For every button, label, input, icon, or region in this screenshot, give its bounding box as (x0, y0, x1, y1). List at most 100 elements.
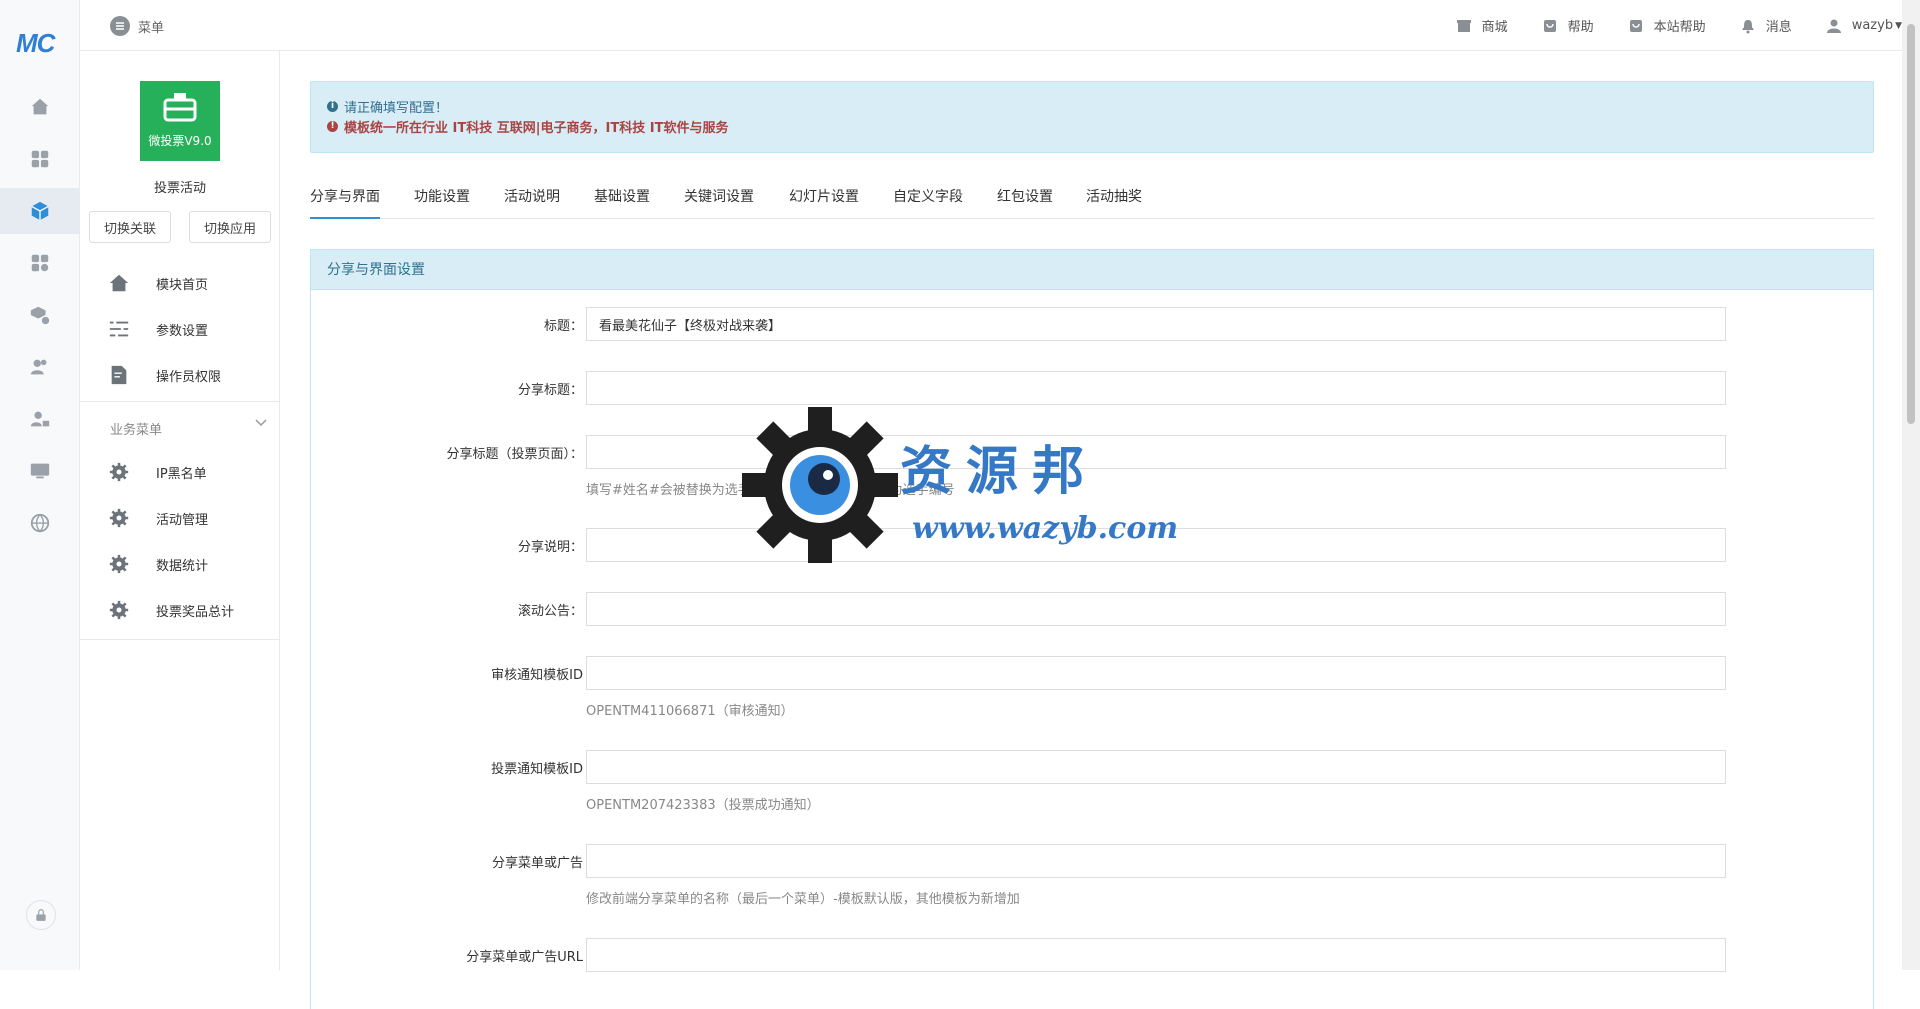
tab-activity-desc[interactable]: 活动说明 (504, 175, 560, 219)
config-alert: i 请正确填写配置！ ! 模板统一所在行业 IT科技 互联网|电子商务，IT科技… (310, 81, 1874, 153)
scrollbar-thumb[interactable] (1907, 24, 1915, 424)
share-menu-input[interactable] (586, 844, 1726, 878)
field-label: 标题： (543, 319, 583, 334)
site-help-icon (1629, 19, 1642, 32)
brand-logo[interactable]: MC (16, 28, 55, 59)
globe-icon[interactable] (0, 500, 80, 546)
app-icon-bar: MC (0, 0, 80, 970)
nav-item-activity-manage[interactable]: 活动管理 (80, 498, 279, 538)
help-bag-icon (1543, 19, 1556, 32)
bell-icon (1741, 19, 1754, 33)
user-menu[interactable]: wazyb ▼ (1826, 16, 1902, 35)
user-lock-icon[interactable] (0, 396, 80, 442)
nav-item-label: 数据统计 (156, 558, 209, 574)
vote-template-input[interactable] (586, 750, 1726, 784)
nav-item-prize-total[interactable]: 投票奖品总计 (80, 590, 279, 630)
share-title-input[interactable] (586, 371, 1726, 405)
field-help: 填写#姓名#会被替换为选手姓名，#编号#会被替换为选手编号 (586, 483, 955, 498)
tab-red-packet[interactable]: 红包设置 (997, 175, 1053, 219)
field-label: 分享说明： (517, 540, 583, 555)
top-bar: 菜单 商城 帮助 本站帮助 消息 wazyb ▼ (80, 0, 1902, 51)
nav-item-label: IP黑名单 (156, 466, 207, 482)
module-cube-icon[interactable] (0, 188, 80, 234)
switch-link-button[interactable]: 切换关联 (89, 211, 171, 243)
field-label: 审核通知模板ID (491, 668, 583, 683)
info-icon: i (327, 100, 338, 112)
top-links: 商城 帮助 本站帮助 消息 wazyb ▼ (1456, 16, 1902, 35)
top-link-label: 商城 (1481, 20, 1508, 35)
nav-item-statistics[interactable]: 数据统计 (80, 544, 279, 584)
nav-item-operator-perms[interactable]: 操作员权限 (80, 355, 279, 395)
tab-lottery[interactable]: 活动抽奖 (1086, 175, 1142, 219)
share-menu-url-input[interactable] (586, 938, 1726, 972)
chevron-down-icon[interactable] (254, 417, 268, 432)
nav-item-ip-blacklist[interactable]: IP黑名单 (80, 452, 279, 492)
tab-custom-fields[interactable]: 自定义字段 (893, 175, 963, 219)
module-logo-label: 微投票V9.0 (148, 134, 212, 148)
settings-tabs: 分享与界面 功能设置 活动说明 基础设置 关键词设置 幻灯片设置 自定义字段 红… (310, 175, 1874, 219)
notice-input[interactable] (586, 592, 1726, 626)
field-label: 分享标题（投票页面）： (446, 447, 583, 462)
top-link-label: 本站帮助 (1653, 20, 1706, 35)
tab-keywords[interactable]: 关键词设置 (684, 175, 754, 219)
caret-down-icon: ▼ (1895, 20, 1902, 31)
nav-item-label: 操作员权限 (156, 369, 222, 385)
ballot-box-icon (163, 93, 197, 122)
menu-list-icon (110, 16, 130, 36)
lock-icon[interactable] (26, 900, 56, 930)
doc-edit-icon (108, 364, 130, 386)
top-link-store[interactable]: 商城 (1456, 16, 1508, 35)
field-label: 投票通知模板ID (491, 762, 583, 777)
apps-settings-icon[interactable] (0, 240, 80, 286)
gear-icon (108, 461, 130, 483)
nav-divider (80, 639, 279, 640)
field-help: OPENTM207423383（投票成功通知） (586, 798, 820, 813)
top-link-label: 消息 (1765, 20, 1792, 35)
menu-toggle[interactable]: 菜单 (110, 16, 164, 36)
top-link-help[interactable]: 帮助 (1542, 16, 1594, 35)
nav-item-module-home[interactable]: 模块首页 (80, 263, 279, 303)
nav-group-title[interactable]: 业务菜单 (110, 419, 162, 438)
nav-divider (80, 401, 279, 402)
title-input[interactable] (586, 307, 1726, 341)
username: wazyb (1851, 18, 1894, 33)
package-settings-icon[interactable] (0, 292, 80, 338)
alert-line-2: 模板统一所在行业 IT科技 互联网|电子商务，IT科技 IT软件与服务 (344, 120, 729, 136)
home-icon (108, 272, 130, 294)
module-name: 投票活动 (153, 181, 206, 196)
tab-slides[interactable]: 幻灯片设置 (789, 175, 859, 219)
module-side-nav: 微投票V9.0 投票活动 切换关联 切换应用 模块首页 参数设置 操作员权限 业… (80, 51, 280, 970)
field-label: 滚动公告： (517, 604, 583, 619)
field-help: OPENTM411066871（审核通知） (586, 704, 794, 719)
field-label: 分享菜单或广告 (491, 856, 583, 871)
home-icon[interactable] (0, 84, 80, 130)
nav-item-label: 活动管理 (156, 512, 209, 528)
users-icon[interactable] (0, 344, 80, 390)
nav-item-label: 投票奖品总计 (156, 604, 235, 620)
field-help: 修改前端分享菜单的名称（最后一个菜单）-模板默认版，其他模板为新增加 (586, 892, 1020, 907)
apps-icon[interactable] (0, 136, 80, 182)
top-link-label: 帮助 (1567, 20, 1594, 35)
nav-item-label: 模块首页 (156, 277, 209, 293)
menu-label: 菜单 (138, 20, 165, 36)
field-label: 分享菜单或广告URL (466, 950, 583, 965)
share-settings-panel: 分享与界面设置 标题： 分享标题： 分享标题（投票页面）： 填写#姓名#会被替换… (310, 249, 1874, 1009)
share-desc-input[interactable] (586, 528, 1726, 562)
tab-share-ui[interactable]: 分享与界面 (310, 175, 380, 219)
monitor-icon[interactable] (0, 448, 80, 494)
user-icon (1826, 19, 1841, 33)
tab-basic[interactable]: 基础设置 (594, 175, 650, 219)
tab-function[interactable]: 功能设置 (414, 175, 470, 219)
switch-app-button[interactable]: 切换应用 (189, 211, 271, 243)
share-title-vote-input[interactable] (586, 435, 1726, 469)
module-logo[interactable]: 微投票V9.0 (140, 81, 220, 161)
page-scrollbar[interactable] (1902, 0, 1920, 970)
top-link-messages[interactable]: 消息 (1740, 16, 1792, 35)
review-template-input[interactable] (586, 656, 1726, 690)
top-link-site-help[interactable]: 本站帮助 (1628, 16, 1706, 35)
field-label: 分享标题： (517, 383, 583, 398)
warning-icon: ! (327, 120, 338, 132)
nav-item-label: 参数设置 (156, 323, 209, 339)
nav-item-params[interactable]: 参数设置 (80, 309, 279, 349)
list-settings-icon (108, 318, 130, 340)
